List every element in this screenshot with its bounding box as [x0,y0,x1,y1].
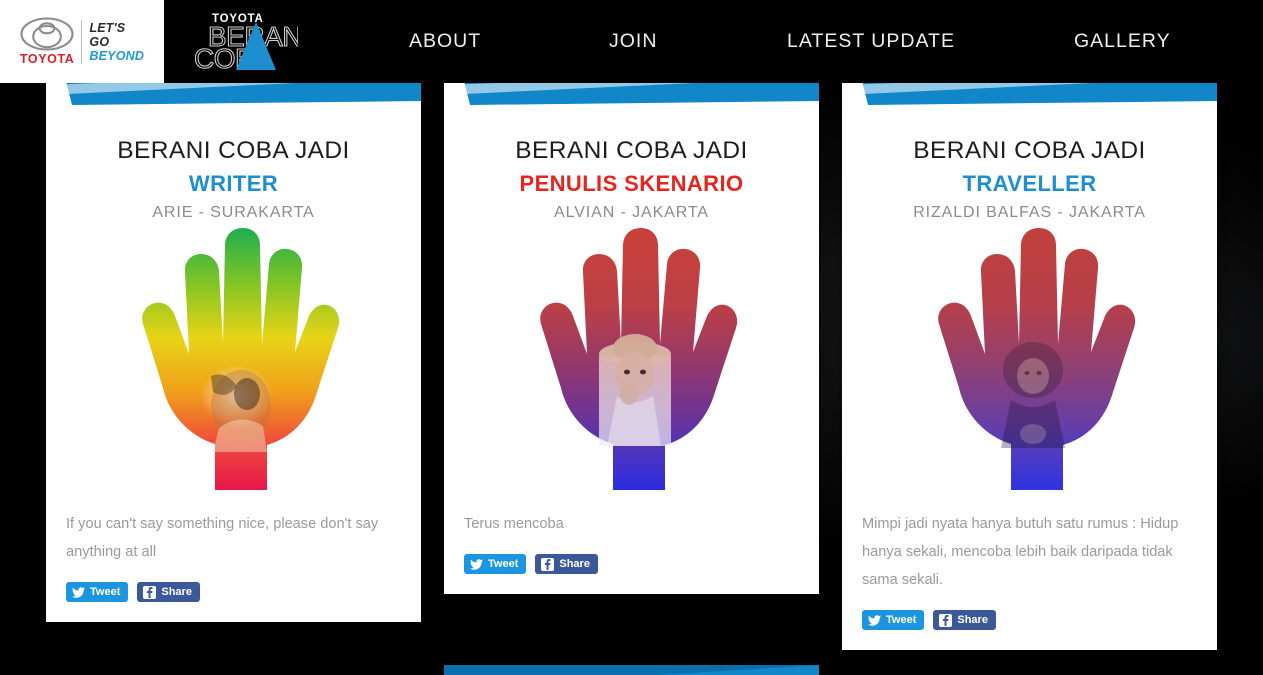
card-social-buttons: Tweet Share [842,596,1217,650]
share-button-label: Share [559,557,590,570]
toyota-wordmark: TOYOTA [19,52,75,66]
facebook-share-button[interactable]: Share [933,610,996,630]
poster-title: BERANI COBA JADI [913,137,1146,164]
hand-illustration [46,222,421,490]
card-poster: BERANI COBA JADI PENULIS SKENARIO ALVIAN… [444,125,819,490]
facebook-share-button[interactable]: Share [137,582,200,602]
card-banner [444,83,819,125]
blue-diagonal-banner-icon [842,83,1217,105]
card-social-buttons: Tweet Share [444,540,819,594]
tagline-line-2: GO [89,34,110,49]
site-header: TOYOTA LET'S GO BEYOND TOYOTA BERANI COB… [0,0,1263,83]
card-caption: Terus mencoba [464,516,564,532]
tweet-button-label: Tweet [886,613,917,626]
tweet-button[interactable]: Tweet [66,582,129,602]
poster-role: PENULIS SKENARIO [519,171,744,196]
blue-diagonal-banner-icon [46,83,421,105]
card-banner [842,83,1217,125]
facebook-share-button[interactable]: Share [535,554,598,574]
toyota-lets-go-beyond-logo[interactable]: TOYOTA LET'S GO BEYOND [0,0,164,83]
gallery-card-grid: BERANI COBA JADI WRITER ARIE - SURAKARTA [0,83,1263,675]
card-poster: BERANI COBA JADI TRAVELLER RIZALDI BALFA… [842,125,1217,490]
hand-silhouette-icon [141,228,339,490]
twitter-bird-icon [72,586,85,598]
poster-person: RIZALDI BALFAS - JAKARTA [913,204,1146,221]
hand-illustration [842,222,1217,490]
berani-coba-logo[interactable]: TOYOTA BERANI COBA [180,6,310,75]
card-caption: If you can't say something nice, please … [66,516,379,560]
card-banner [46,83,421,125]
blue-diagonal-banner-icon [444,83,819,105]
twitter-bird-icon [868,614,881,626]
poster-title: BERANI COBA JADI [515,137,748,164]
tagline-line-3: BEYOND [89,48,145,63]
gallery-card[interactable]: BERANI COBA JADI PENULIS SKENARIO ALVIAN… [444,83,819,594]
hand-illustration [444,222,819,490]
share-button-label: Share [957,613,988,626]
facebook-icon [143,585,157,599]
main-navigation: ABOUT JOIN LATEST UPDATE GALLERY [330,0,1263,83]
gallery-card[interactable]: BERANI COBA JADI WRITER ARIE - SURAKARTA [46,83,421,622]
tweet-button-label: Tweet [488,557,519,570]
gallery-card[interactable]: BERANI COBA JADI TRAVELLER RIZALDI BALFA… [842,83,1217,650]
nav-item-gallery[interactable]: GALLERY [1074,30,1171,53]
card-caption: Mimpi jadi nyata hanya butuh satu rumus … [862,516,1179,588]
poster-person: ARIE - SURAKARTA [152,204,315,221]
nav-item-about[interactable]: ABOUT [409,30,481,53]
twitter-bird-icon [470,558,483,570]
poster-title: BERANI COBA JADI [117,137,350,164]
poster-person: ALVIAN - JAKARTA [554,204,709,221]
tweet-button[interactable]: Tweet [862,610,925,630]
facebook-icon [541,557,555,571]
hand-silhouette-icon [539,228,737,490]
card-banner [444,665,819,675]
nav-item-latest-update[interactable]: LATEST UPDATE [787,30,955,53]
nav-item-join[interactable]: JOIN [609,30,657,53]
blue-diagonal-banner-icon [444,665,819,675]
logo-divider [81,19,83,64]
hand-silhouette-icon [937,228,1135,490]
berani-coba-logo-icon: TOYOTA BERANI COBA [193,13,310,75]
toyota-emblem-icon [20,17,74,51]
gallery-card-next-row[interactable] [444,665,819,675]
tagline-line-1: LET'S [89,20,126,35]
poster-role: TRAVELLER [962,171,1097,196]
poster-role: WRITER [188,171,279,196]
facebook-icon [939,613,953,627]
card-poster: BERANI COBA JADI WRITER ARIE - SURAKARTA [46,125,421,490]
share-button-label: Share [161,585,192,598]
tweet-button[interactable]: Tweet [464,554,527,574]
tweet-button-label: Tweet [90,585,121,598]
card-social-buttons: Tweet Share [46,568,421,622]
